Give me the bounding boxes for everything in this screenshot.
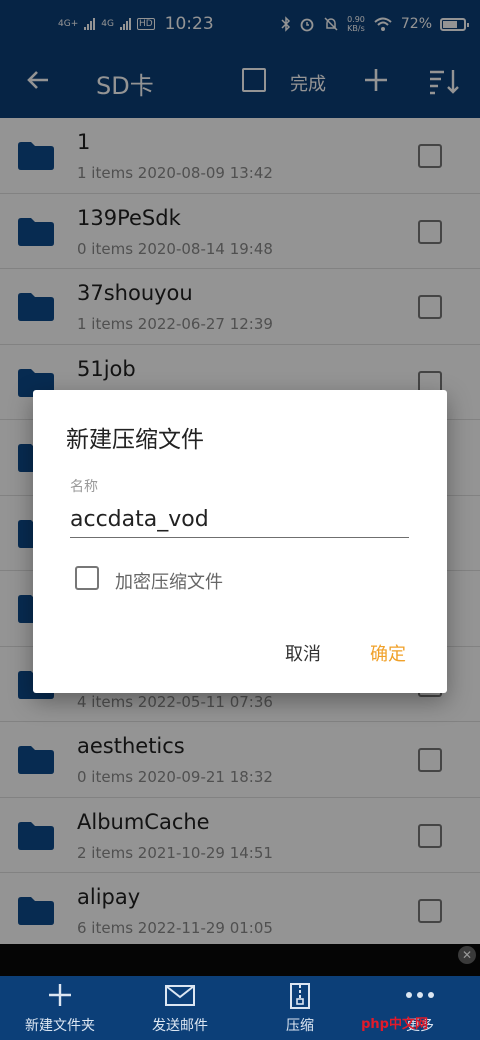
compress-label: 压缩 bbox=[286, 1018, 314, 1034]
mail-icon bbox=[165, 985, 195, 1006]
archive-name-input[interactable] bbox=[70, 502, 409, 538]
archive-icon bbox=[290, 983, 310, 1009]
new-folder-button[interactable]: 新建文件夹 bbox=[0, 976, 120, 1040]
dialog-title: 新建压缩文件 bbox=[66, 427, 204, 453]
confirm-button[interactable]: 确定 bbox=[370, 640, 406, 666]
bottom-toolbar: 新建文件夹 发送邮件 压缩 更多 php中文网 bbox=[0, 976, 480, 1040]
new-archive-dialog: 新建压缩文件 名称 加密压缩文件 取消 确定 bbox=[33, 390, 447, 693]
more-dots-icon bbox=[406, 992, 434, 998]
watermark: php中文网 bbox=[361, 1017, 428, 1032]
send-mail-label: 发送邮件 bbox=[152, 1018, 208, 1034]
cancel-button[interactable]: 取消 bbox=[285, 640, 321, 666]
plus-icon bbox=[49, 984, 71, 1006]
new-folder-label: 新建文件夹 bbox=[25, 1018, 95, 1034]
name-field-label: 名称 bbox=[70, 479, 98, 495]
send-mail-button[interactable]: 发送邮件 bbox=[120, 976, 240, 1040]
encrypt-label[interactable]: 加密压缩文件 bbox=[115, 568, 223, 594]
encrypt-checkbox[interactable] bbox=[75, 566, 99, 590]
compress-button[interactable]: 压缩 bbox=[240, 976, 360, 1040]
ad-banner: ✕ bbox=[0, 944, 480, 976]
ad-close-icon[interactable]: ✕ bbox=[458, 946, 476, 964]
